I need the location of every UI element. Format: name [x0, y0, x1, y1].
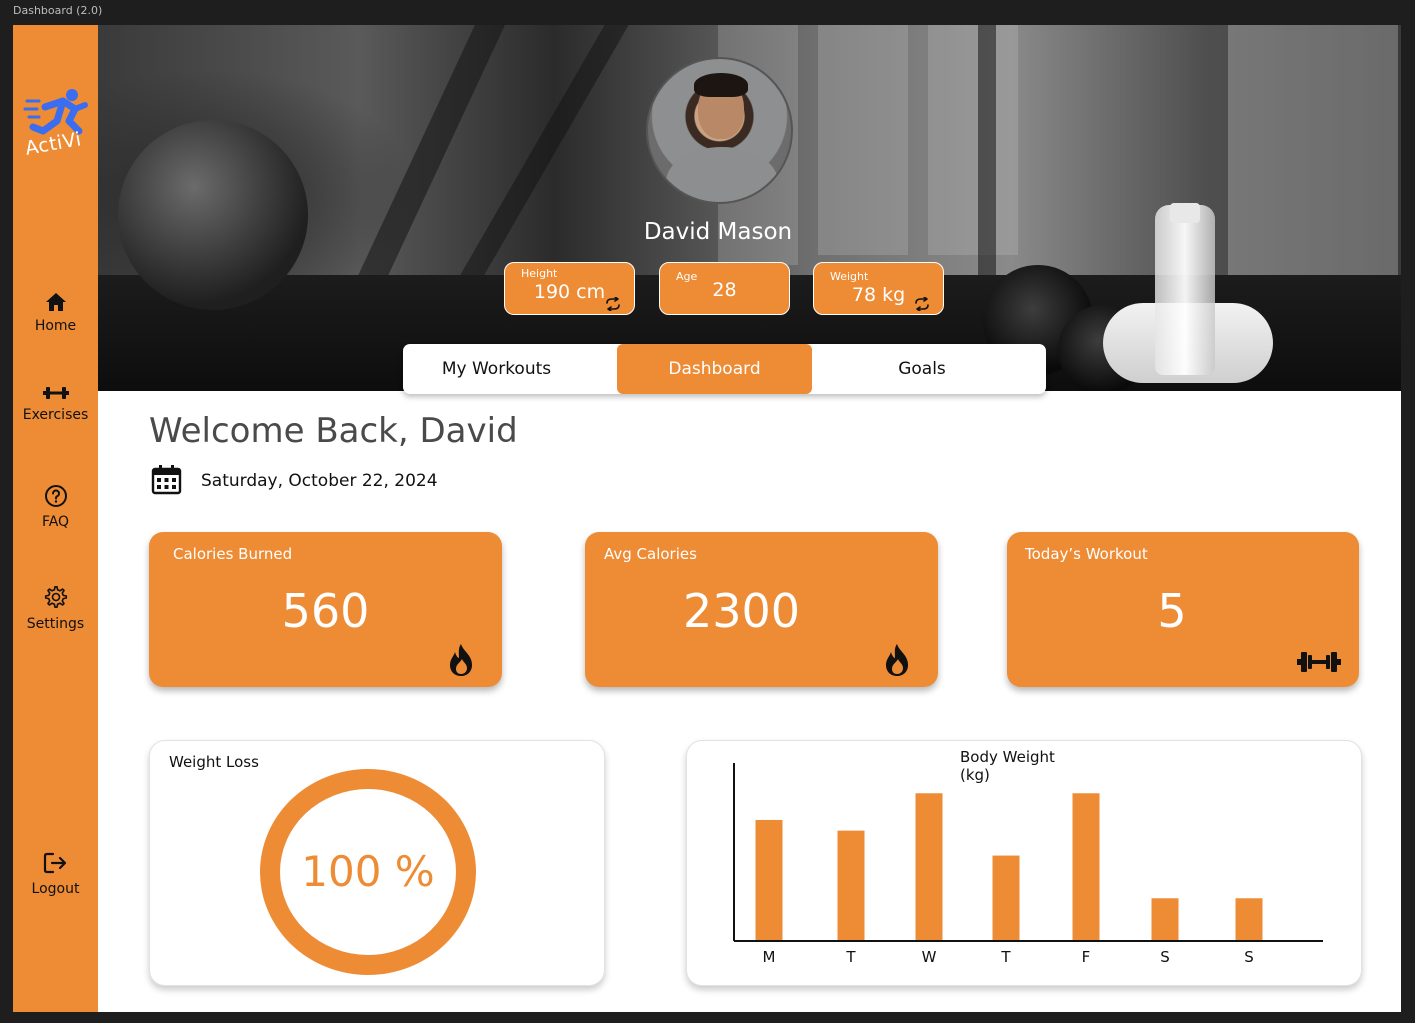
current-date: Saturday, October 22, 2024: [201, 471, 438, 491]
chart-bar: [755, 819, 783, 941]
weight-stat[interactable]: Weight 78 kg: [813, 262, 944, 315]
sidebar-item-label: FAQ: [41, 514, 70, 530]
age-stat[interactable]: Age 28: [659, 262, 790, 315]
x-tick-label: S: [1160, 948, 1170, 966]
progress-value: 100 %: [301, 847, 435, 896]
x-tick-label: W: [922, 948, 937, 966]
avg-calories-card[interactable]: Avg Calories 2300: [585, 532, 938, 687]
tab-dashboard[interactable]: Dashboard: [617, 344, 812, 394]
background-window: [1228, 25, 1398, 285]
sidebar-item-faq[interactable]: FAQ: [13, 484, 98, 530]
sidebar-item-label: Exercises: [22, 407, 89, 423]
profile-banner: David Mason Height 190 cm Age 28 Weight …: [98, 25, 1401, 391]
tab-my-workouts[interactable]: My Workouts: [403, 344, 590, 394]
chart-bar: [1151, 898, 1179, 941]
x-tick-label: T: [845, 948, 856, 966]
card-value: 5: [1157, 584, 1187, 638]
body-weight-chart-panel: Body Weight (kg) MTWTFSS: [686, 740, 1362, 986]
chart-bar: [992, 855, 1020, 941]
app-frame: ActiVi Home Exercises FAQ Settings Logou…: [13, 25, 1401, 1012]
sidebar-item-settings[interactable]: Settings: [13, 584, 98, 632]
height-stat[interactable]: Height 190 cm: [504, 262, 635, 315]
weight-loss-panel: Weight Loss 100 %: [149, 740, 605, 986]
dumbbell-icon: [1297, 652, 1341, 672]
stat-label: Weight: [830, 270, 869, 283]
tab-goals[interactable]: Goals: [823, 344, 1021, 394]
logout-icon: [43, 852, 66, 874]
sidebar: ActiVi Home Exercises FAQ Settings Logou…: [13, 25, 98, 1012]
refresh-icon[interactable]: [913, 297, 931, 311]
calories-burned-card[interactable]: Calories Burned 560: [149, 532, 502, 687]
avatar[interactable]: [646, 57, 793, 204]
chart-bar: [915, 793, 943, 941]
todays-workout-card[interactable]: Today’s Workout 5: [1007, 532, 1359, 687]
background-ball: [118, 120, 308, 310]
body-weight-chart: MTWTFSS: [733, 763, 1323, 966]
x-tick-label: T: [1000, 948, 1011, 966]
panel-title: Weight Loss: [169, 753, 259, 771]
stat-label: Height: [521, 267, 558, 280]
background-window: [818, 25, 908, 255]
sidebar-item-logout[interactable]: Logout: [13, 851, 98, 897]
home-icon: [45, 293, 66, 311]
background-bottle: [1155, 205, 1215, 375]
flame-icon: [886, 644, 908, 676]
chart-bar: [1235, 898, 1263, 941]
card-value: 560: [281, 584, 370, 638]
card-title: Today’s Workout: [1025, 545, 1148, 563]
window-title: Dashboard (2.0): [13, 4, 103, 17]
profile-name: David Mason: [643, 219, 793, 245]
dumbbell-icon: [42, 387, 69, 399]
page-title: Welcome Back, David: [149, 411, 518, 451]
chart-bar: [1072, 793, 1100, 941]
card-title: Calories Burned: [173, 545, 293, 563]
background-window: [928, 25, 1018, 255]
sidebar-item-exercises[interactable]: Exercises: [13, 385, 98, 423]
gear-icon: [44, 586, 67, 609]
stat-value: 28: [712, 279, 737, 301]
card-value: 2300: [682, 584, 801, 638]
sidebar-item-label: Settings: [26, 616, 85, 632]
sidebar-item-label: Logout: [31, 881, 80, 897]
background-bottle-cap: [1170, 203, 1200, 223]
calendar-icon: [151, 465, 182, 495]
x-tick-label: M: [763, 948, 776, 966]
chart-bar: [837, 830, 865, 941]
flame-icon: [450, 644, 472, 676]
sidebar-item-label: Home: [34, 318, 77, 334]
question-icon: [44, 485, 67, 507]
card-title: Avg Calories: [604, 545, 697, 563]
x-tick-label: F: [1082, 948, 1091, 966]
background-rack: [978, 25, 996, 275]
sidebar-item-home[interactable]: Home: [13, 292, 98, 334]
tab-bar: My Workouts Dashboard Goals: [403, 344, 1046, 394]
x-tick-label: S: [1244, 948, 1254, 966]
refresh-icon[interactable]: [604, 297, 622, 311]
